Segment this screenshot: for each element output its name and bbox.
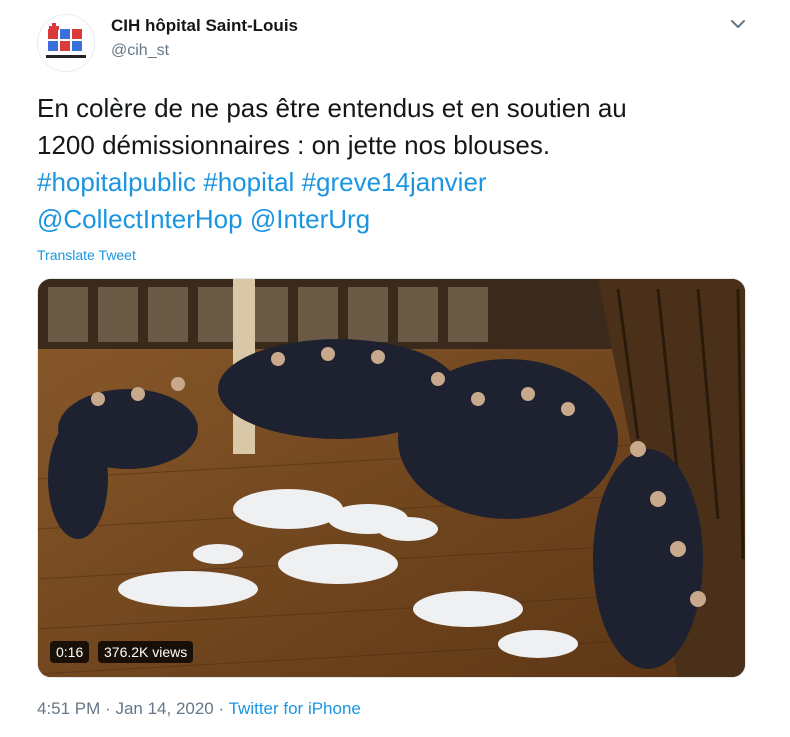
tweet-time[interactable]: 4:51 PM (37, 699, 100, 718)
display-name[interactable]: CIH hôpital Saint-Louis (111, 16, 298, 36)
tweet-text: En colère de ne pas être entendus et en … (37, 90, 752, 238)
user-handle[interactable]: @cih_st (111, 42, 169, 60)
video-views-badge: 376.2K views (98, 641, 194, 663)
hashtag-link[interactable]: #hopital (203, 167, 294, 197)
avatar[interactable] (37, 14, 95, 72)
hashtag-link[interactable]: #greve14janvier (302, 167, 487, 197)
mention-line: @CollectInterHop @InterUrg (37, 201, 752, 238)
chevron-down-icon[interactable] (728, 14, 748, 34)
mention-link[interactable]: @InterUrg (250, 204, 370, 234)
mention-link[interactable]: @CollectInterHop (37, 204, 243, 234)
tweet-meta: 4:51 PM · Jan 14, 2020 · Twitter for iPh… (37, 699, 361, 719)
hashtag-link[interactable]: #hopitalpublic (37, 167, 196, 197)
tweet-date[interactable]: Jan 14, 2020 (115, 699, 213, 718)
tweet-text-line: 1200 démissionnaires : on jette nos blou… (37, 130, 551, 160)
meta-separator: · (218, 699, 225, 718)
translate-tweet-link[interactable]: Translate Tweet (37, 247, 136, 263)
tweet: CIH hôpital Saint-Louis @cih_st En colèr… (0, 0, 790, 737)
tweet-text-line: En colère de ne pas être entendus et en … (37, 93, 627, 123)
tweet-source-link[interactable]: Twitter for iPhone (229, 699, 361, 718)
meta-separator: · (105, 699, 111, 718)
video-duration-badge: 0:16 (50, 641, 90, 663)
video-thumbnail (38, 279, 745, 677)
avatar-logo-icon (38, 15, 94, 71)
video-player[interactable]: 0:16 376.2K views (37, 278, 746, 678)
hashtag-line: #hopitalpublic #hopital #greve14janvier (37, 164, 752, 201)
